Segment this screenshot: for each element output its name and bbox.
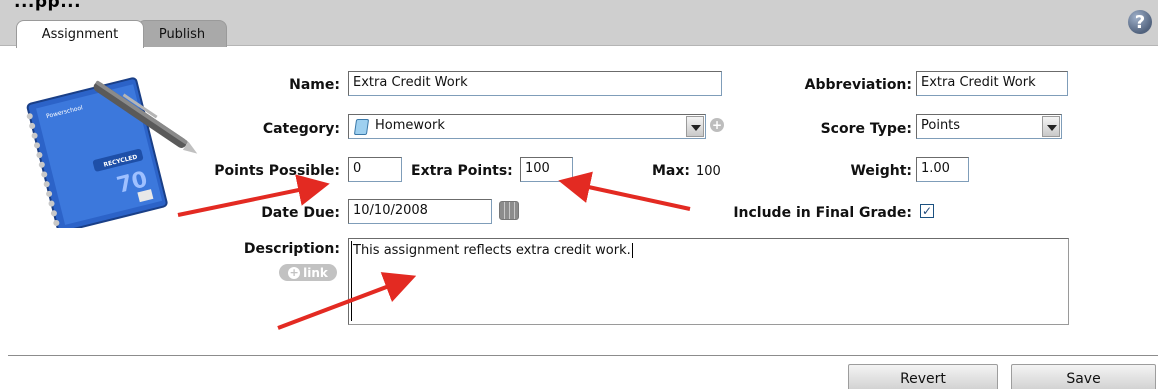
- weight-field[interactable]: 1.00: [916, 157, 969, 182]
- tab-assignment-label: Assignment: [41, 27, 119, 42]
- chevron-down-icon[interactable]: [1042, 116, 1060, 137]
- date-due-field[interactable]: 10/10/2008: [348, 199, 492, 224]
- chevron-down-icon[interactable]: [686, 116, 704, 137]
- description-textarea[interactable]: This assignment reflects extra credit wo…: [348, 238, 1069, 325]
- add-link-button[interactable]: + link: [279, 264, 337, 281]
- window-title-partial: ...pp...: [14, 0, 82, 12]
- description-text: This assignment reflects extra credit wo…: [353, 243, 631, 258]
- tab-assignment[interactable]: Assignment: [16, 20, 144, 48]
- text-caret: [631, 243, 633, 258]
- tab-publish-label: Publish: [158, 26, 206, 42]
- description-label: Description:: [243, 241, 340, 257]
- name-field[interactable]: Extra Credit Work: [348, 71, 722, 96]
- max-label: Max:: [652, 163, 691, 179]
- extra-points-field[interactable]: 100: [520, 157, 573, 182]
- abbreviation-label: Abbreviation:: [804, 77, 912, 93]
- add-link-label: link: [303, 265, 328, 280]
- points-possible-field[interactable]: 0: [348, 157, 402, 182]
- score-type-value: Points: [921, 118, 961, 133]
- category-value: Homework: [375, 118, 445, 133]
- date-due-label: Date Due:: [261, 205, 340, 221]
- save-button[interactable]: Save: [1011, 364, 1156, 389]
- plus-icon: +: [288, 265, 301, 279]
- help-icon[interactable]: ?: [1128, 10, 1152, 34]
- points-possible-label: Points Possible:: [214, 163, 340, 179]
- category-label: Category:: [262, 121, 340, 137]
- calendar-icon[interactable]: [499, 201, 519, 220]
- footer-divider: [8, 355, 1158, 356]
- include-final-grade-checkbox[interactable]: ✓: [920, 204, 934, 218]
- arrow-extra-points: [558, 171, 691, 211]
- max-value: 100: [696, 164, 721, 179]
- revert-button[interactable]: Revert: [848, 364, 998, 389]
- tab-publish[interactable]: Publish: [137, 20, 227, 47]
- notebook-pen-image: Powerschool RECYCLED 70: [26, 77, 198, 228]
- score-type-select[interactable]: Points: [916, 114, 1062, 139]
- extra-points-label: Extra Points:: [411, 163, 513, 179]
- add-category-icon[interactable]: +: [710, 118, 724, 132]
- abbreviation-field[interactable]: Extra Credit Work: [916, 71, 1068, 96]
- name-label: Name:: [289, 77, 340, 93]
- include-final-grade-label: Include in Final Grade:: [733, 205, 912, 221]
- folder-icon: [353, 119, 370, 135]
- weight-label: Weight:: [850, 163, 912, 179]
- score-type-label: Score Type:: [820, 121, 912, 137]
- category-select[interactable]: Homework: [348, 114, 706, 139]
